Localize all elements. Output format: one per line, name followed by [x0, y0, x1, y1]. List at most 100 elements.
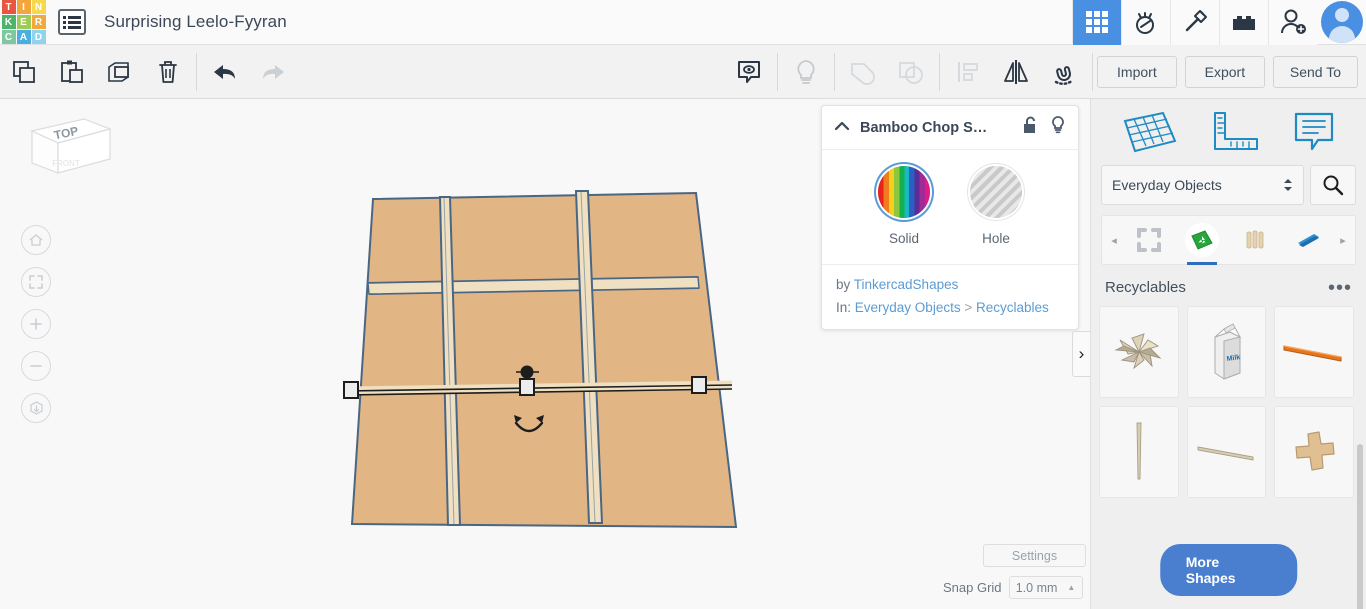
library-select[interactable]: Everyday Objects — [1101, 165, 1304, 205]
breadcrumb-separator: > — [964, 300, 972, 315]
toolbar-divider-5 — [1092, 53, 1093, 91]
list-menu-icon[interactable] — [58, 9, 86, 35]
shape-orange-straw[interactable] — [1274, 306, 1354, 398]
shapes-sidebar: Everyday Objects ◂ — [1090, 99, 1366, 609]
library-search-row: Everyday Objects — [1091, 165, 1366, 205]
shape-inspector-panel: Bamboo Chop S… Solid Hole — [821, 105, 1079, 330]
avatar[interactable] — [1317, 0, 1366, 45]
unlock-icon[interactable] — [1022, 116, 1038, 139]
bamboo-chopstick-assembly[interactable] — [340, 179, 740, 554]
snap-grid-value: 1.0 mm — [1016, 581, 1058, 595]
solid-option[interactable]: Solid — [878, 166, 930, 246]
lightbulb-hint-button[interactable] — [782, 45, 830, 99]
by-prefix: by — [836, 277, 850, 292]
tab-all-shapes[interactable] — [1122, 215, 1175, 265]
material-options: Solid Hole — [822, 150, 1078, 264]
tab-recyclables[interactable] — [1175, 215, 1228, 265]
grid-view-icon[interactable] — [1072, 0, 1121, 45]
library-select-value: Everyday Objects — [1112, 177, 1222, 193]
group-button[interactable] — [839, 45, 887, 99]
search-icon[interactable] — [1310, 165, 1356, 205]
author-link[interactable]: TinkercadShapes — [854, 277, 959, 292]
tabs-prev-arrow[interactable]: ◂ — [1106, 215, 1122, 265]
redo-button[interactable] — [249, 45, 297, 99]
category-title: Recyclables — [1105, 279, 1186, 296]
category-link[interactable]: Everyday Objects — [855, 300, 961, 315]
header-actions — [1072, 0, 1366, 45]
invite-user-icon[interactable] — [1268, 0, 1317, 45]
sidebar-tool-icons — [1091, 99, 1366, 165]
ruler-icon[interactable] — [1209, 109, 1261, 155]
chevron-up-icon[interactable] — [834, 119, 850, 137]
snap-magnet-button[interactable] — [1040, 45, 1088, 99]
duplicate-button[interactable] — [96, 45, 144, 99]
settings-button[interactable]: Settings — [983, 544, 1086, 567]
tab-stapler[interactable] — [1282, 215, 1335, 265]
lightbulb-icon[interactable] — [1050, 116, 1066, 139]
author-row: by TinkercadShapes — [836, 277, 1064, 292]
build-hammer-icon[interactable] — [1170, 0, 1219, 45]
more-shapes-button[interactable]: More Shapes — [1160, 544, 1298, 596]
viewport-nav-controls — [21, 225, 51, 435]
viewcube-front-label: FRONT — [52, 159, 80, 168]
shape-name-label: Bamboo Chop S… — [860, 120, 1022, 136]
delete-button[interactable] — [144, 45, 192, 99]
inspector-header: Bamboo Chop S… — [822, 106, 1078, 150]
undo-button[interactable] — [201, 45, 249, 99]
logo-tile-e: E — [17, 15, 31, 29]
align-button[interactable] — [944, 45, 992, 99]
export-button[interactable]: Export — [1185, 56, 1265, 88]
category-more-menu[interactable]: ••• — [1328, 283, 1352, 293]
perspective-toggle-button[interactable] — [21, 393, 51, 423]
subcategory-link[interactable]: Recyclables — [976, 300, 1049, 315]
main-toolbar: Import Export Send To — [0, 45, 1366, 99]
logo-tile-c: C — [2, 30, 16, 44]
snap-grid-dropdown[interactable]: 1.0 mm ▲ — [1009, 576, 1083, 599]
fit-to-view-button[interactable] — [21, 267, 51, 297]
toolbar-divider-2 — [777, 53, 778, 91]
stapler-icon — [1291, 223, 1325, 257]
logo-tile-d: D — [32, 30, 46, 44]
notes-icon[interactable] — [1290, 109, 1338, 155]
import-button[interactable]: Import — [1097, 56, 1177, 88]
shape-chopstick-diagonal[interactable] — [1187, 406, 1267, 498]
shape-chopstick-vertical[interactable] — [1099, 406, 1179, 498]
hole-option[interactable]: Hole — [970, 166, 1022, 246]
corner-brackets-icon — [1132, 223, 1166, 257]
hole-label: Hole — [982, 231, 1010, 246]
zoom-out-button[interactable] — [21, 351, 51, 381]
copy-button[interactable] — [0, 45, 48, 99]
snap-grid-label: Snap Grid — [943, 580, 1002, 595]
shape-wood-cross[interactable] — [1274, 406, 1354, 498]
shape-milk-carton[interactable]: Milk — [1187, 306, 1267, 398]
snap-grid-control: Snap Grid 1.0 mm ▲ — [943, 576, 1083, 599]
shapes-scrollbar[interactable] — [1357, 444, 1363, 609]
logo-tile-a: A — [17, 30, 31, 44]
ungroup-button[interactable] — [887, 45, 935, 99]
caret-up-icon: ▲ — [1067, 583, 1075, 592]
tabs-next-arrow[interactable]: ▸ — [1335, 215, 1351, 265]
toolbar-divider-4 — [939, 53, 940, 91]
view-cube[interactable]: TOP FRONT — [22, 115, 114, 201]
collapse-panel-chevron[interactable]: › — [1072, 331, 1090, 377]
shapes-grid: Milk — [1091, 306, 1366, 498]
note-button[interactable] — [725, 45, 773, 99]
paste-button[interactable] — [48, 45, 96, 99]
logo-tile-n: N — [32, 0, 46, 14]
chevron-updown-icon — [1283, 178, 1293, 192]
home-view-button[interactable] — [21, 225, 51, 255]
tab-chopsticks[interactable] — [1229, 215, 1282, 265]
shape-paper-fan[interactable] — [1099, 306, 1179, 398]
send-to-button[interactable]: Send To — [1273, 56, 1358, 88]
page-title[interactable]: Surprising Leelo-Fyyran — [104, 12, 287, 32]
simulate-icon[interactable] — [1121, 0, 1170, 45]
chopsticks-icon — [1238, 223, 1272, 257]
mirror-button[interactable] — [992, 45, 1040, 99]
zoom-in-button[interactable] — [21, 309, 51, 339]
tinkercad-logo[interactable]: TINKERCAD — [0, 0, 46, 45]
workplane-icon[interactable] — [1119, 109, 1181, 155]
toolbar-divider — [196, 53, 197, 91]
blocks-brick-icon[interactable] — [1219, 0, 1268, 45]
hole-swatch[interactable] — [970, 166, 1022, 218]
solid-color-swatch[interactable] — [878, 166, 930, 218]
